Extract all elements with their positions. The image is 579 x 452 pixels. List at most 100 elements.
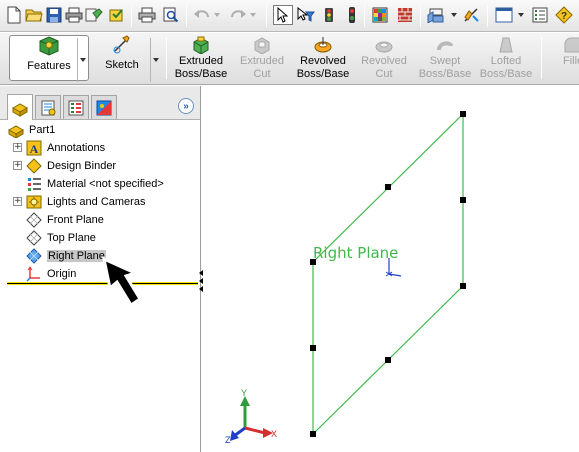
sketch-tab-label: Sketch [105,59,139,71]
rebuild-traffic-light-icon[interactable] [319,5,339,25]
plane-icon [25,247,43,264]
revolved-cut-label-2: Cut [375,68,393,80]
fillet-button[interactable]: Fille [549,36,579,82]
tree-item-front-plane[interactable]: Front Plane [13,211,104,228]
lofted-boss-icon [499,37,513,53]
tree-item-annotations[interactable]: + A Annotations [13,139,105,156]
design-binder-icon [25,157,43,174]
plane-handle[interactable] [460,197,466,203]
print-icon[interactable] [64,5,84,25]
revolved-boss-base-button[interactable]: Revolved Boss/Base [293,36,353,82]
redo-dropdown-icon[interactable] [250,13,256,17]
triad-y-label: Y [241,388,247,398]
features-icon [39,36,59,56]
properties-list-icon[interactable] [530,5,550,25]
svg-text:?: ? [561,11,567,22]
fillet-label: Fille [563,55,579,67]
revolved-cut-button[interactable]: Revolved Cut [354,36,414,82]
expand-toggle[interactable]: + [13,197,22,206]
tree-item-top-plane[interactable]: Top Plane [13,229,96,246]
lofted-boss-base-button[interactable]: Lofted Boss/Base [476,36,536,82]
configuration-manager-tab[interactable] [63,95,89,119]
window-icon[interactable] [494,5,514,25]
plane-handle[interactable] [310,431,316,437]
tree-root-label: Part1 [29,123,56,136]
expand-panel-button[interactable]: » [178,98,194,114]
help-icon[interactable]: ? [554,5,574,25]
configuration-manager-icon [68,100,84,115]
revolved-boss-icon [314,37,332,53]
plane-handle[interactable] [385,357,391,363]
features-dropdown[interactable] [77,38,87,82]
right-plane-drawing[interactable]: Y X Z [203,86,579,452]
tree-item-label: Lights and Cameras [47,195,146,208]
save-icon[interactable] [44,5,64,25]
plane-handle[interactable] [460,283,466,289]
fillet-icon [564,37,579,53]
panel-tabs: » [0,86,200,120]
lights-cameras-icon [25,194,43,210]
graphics-area[interactable]: Y X Z Right Plane [203,86,579,452]
tree-item-origin[interactable]: Origin [13,265,76,282]
window-dropdown-icon[interactable] [518,13,524,17]
rebuild-icon[interactable] [107,5,127,25]
triad-z-label: Z [225,435,231,445]
swept-boss-label-2: Boss/Base [418,68,472,80]
brick-wall-icon[interactable] [395,5,415,25]
expand-toggle[interactable]: + [13,143,22,152]
expand-toggle[interactable]: + [13,161,22,170]
property-manager-tab[interactable] [35,95,61,119]
tree-item-label: Annotations [47,141,106,154]
feature-tree-icon [11,102,29,117]
extruded-cut-button[interactable]: Extruded Cut [232,36,292,82]
coordinate-triad [230,396,273,441]
traffic-lights-icon[interactable] [342,5,362,25]
undo-icon[interactable] [192,5,212,25]
view-orientation-icon[interactable] [426,5,446,25]
swept-boss-icon [437,41,453,51]
open-folder-icon[interactable] [24,5,44,25]
swept-boss-base-button[interactable]: Swept Boss/Base [415,36,475,82]
plane-label: Right Plane [313,244,399,262]
plane-icon [25,211,43,228]
extruded-boss-base-button[interactable]: Extruded Boss/Base [171,36,231,82]
lofted-boss-label-2: Boss/Base [479,68,533,80]
zoom-preview-icon[interactable] [161,5,181,25]
print-preview-icon[interactable] [137,5,157,25]
tree-item-label: Front Plane [47,213,104,226]
tree-item-lights-cameras[interactable]: + Lights and Cameras [13,193,145,210]
tree-item-right-plane[interactable]: Right Plane [13,247,106,264]
features-tab-label: Features [27,60,71,72]
extruded-boss-label-1: Extruded [178,55,224,67]
tree-item-design-binder[interactable]: + Design Binder [13,157,116,174]
grid-options-icon[interactable] [370,5,390,25]
property-manager-icon [41,100,56,115]
lofted-boss-label-1: Lofted [490,55,522,67]
plane-handle[interactable] [460,111,466,117]
extruded-cut-icon [254,37,270,54]
select-filter-icon[interactable] [296,5,316,25]
triad-x-label: X [271,429,277,439]
plane-handle[interactable] [385,184,391,190]
plane-handle[interactable] [310,345,316,351]
tree-item-material[interactable]: Material <not specified> [13,175,164,192]
origin-icon [25,265,43,282]
revolved-cut-label-1: Revolved [361,55,407,67]
select-pointer-icon[interactable] [273,5,293,25]
feature-manager-tab[interactable] [7,94,33,120]
display-manager-tab[interactable] [91,95,117,119]
sketch-dropdown[interactable] [150,38,160,82]
display-style-icon[interactable] [462,5,482,25]
plane-icon [25,229,43,246]
view-orientation-dropdown-icon[interactable] [451,13,457,17]
tree-item-label: Design Binder [47,159,117,172]
undo-dropdown-icon[interactable] [214,13,220,17]
sketch-tab[interactable]: Sketch [92,35,152,81]
tree-root-part1[interactable]: Part1 [7,121,55,138]
new-document-icon[interactable] [4,5,24,25]
revolved-boss-label-2: Boss/Base [296,68,350,80]
extruded-boss-icon [193,36,209,54]
swept-boss-label-1: Swept [429,55,461,67]
redo-icon[interactable] [228,5,248,25]
options-icon[interactable] [84,5,104,25]
